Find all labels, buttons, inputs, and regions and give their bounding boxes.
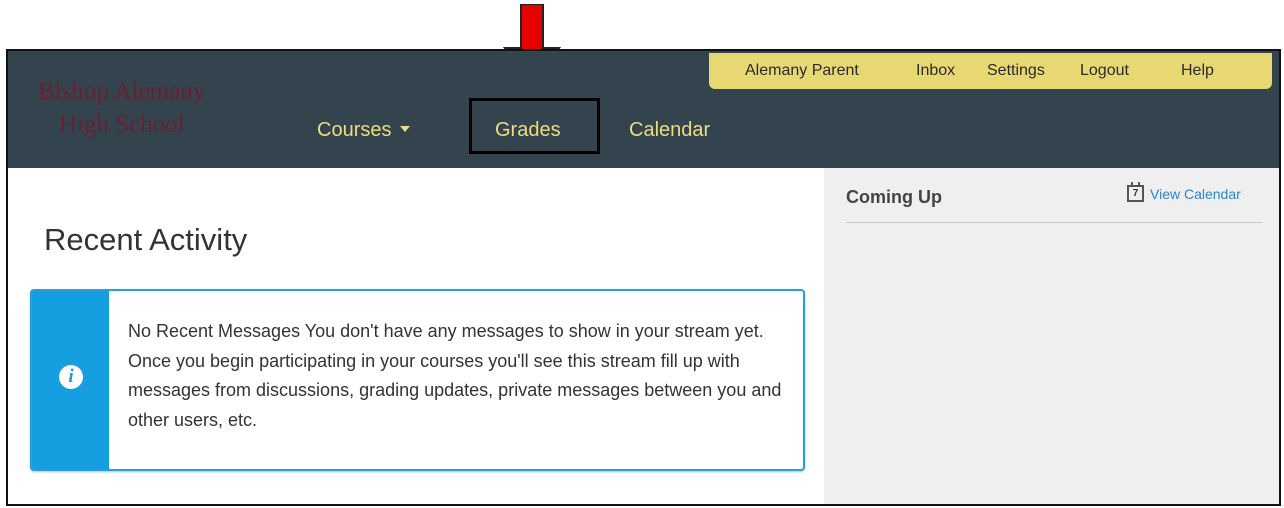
help-link[interactable]: Help xyxy=(1181,62,1214,80)
logout-link[interactable]: Logout xyxy=(1080,62,1129,80)
calendar-icon: 7 xyxy=(1127,182,1144,202)
global-header: Bishop Alemany High School Alemany Paren… xyxy=(8,51,1279,168)
nav-calendar[interactable]: Calendar xyxy=(629,119,710,142)
page-title: Recent Activity xyxy=(44,222,248,257)
view-calendar-label: View Calendar xyxy=(1150,185,1241,202)
school-name-line1: Bishop Alemany xyxy=(38,78,206,105)
main-content: Recent Activity i No Recent Messages You… xyxy=(8,168,824,504)
utility-nav: Alemany Parent Inbox Settings Logout Hel… xyxy=(709,53,1272,89)
coming-up-heading: Coming Up xyxy=(846,187,942,207)
nav-calendar-label: Calendar xyxy=(629,119,711,141)
nav-courses[interactable]: Courses xyxy=(317,119,411,142)
school-logo[interactable]: Bishop Alemany High School xyxy=(38,75,205,141)
right-sidebar: Coming Up 7 View Calendar xyxy=(824,168,1279,504)
school-name-line2: High School xyxy=(58,111,185,138)
chevron-down-icon xyxy=(400,125,411,132)
view-calendar-link[interactable]: 7 View Calendar xyxy=(1127,182,1241,202)
user-name-link[interactable]: Alemany Parent xyxy=(745,62,859,80)
info-icon: i xyxy=(59,365,83,389)
settings-link[interactable]: Settings xyxy=(987,62,1045,80)
alert-message: No Recent Messages You don't have any me… xyxy=(128,321,782,430)
nav-courses-label: Courses xyxy=(317,119,392,141)
annotation-highlight-box xyxy=(469,98,600,154)
divider xyxy=(846,222,1262,223)
app-window: Bishop Alemany High School Alemany Paren… xyxy=(6,49,1281,506)
inbox-link[interactable]: Inbox xyxy=(916,62,955,80)
no-messages-alert: i No Recent Messages You don't have any … xyxy=(30,289,805,471)
alert-stripe: i xyxy=(32,291,109,469)
